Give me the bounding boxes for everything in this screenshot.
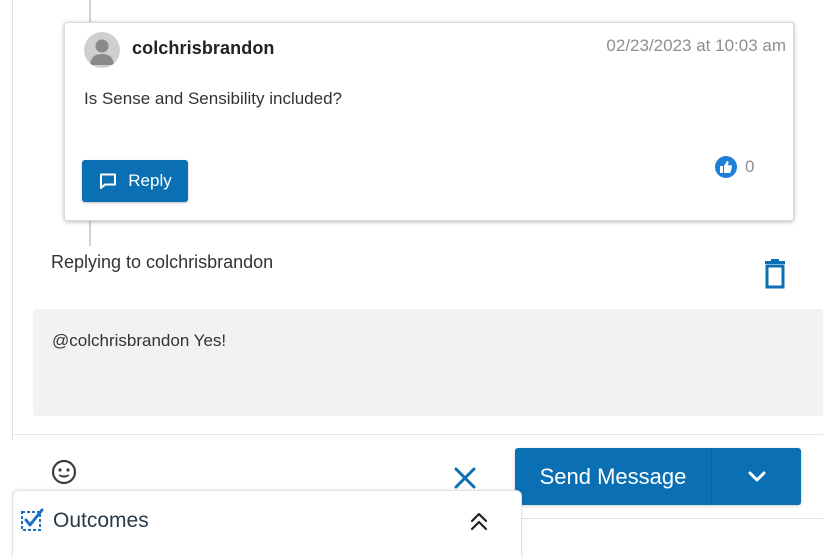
reply-button-label: Reply — [128, 171, 172, 190]
speech-bubble-icon — [98, 171, 118, 191]
chevron-double-up-icon[interactable] — [467, 509, 491, 533]
comment-timestamp: 02/23/2023 at 10:03 am — [606, 36, 786, 55]
comment-card: colchrisbrandon 02/23/2023 at 10:03 am I… — [64, 22, 794, 221]
panel-left-border — [12, 0, 13, 440]
like-count: 0 — [745, 157, 755, 176]
checklist-icon — [21, 508, 44, 531]
trash-icon[interactable] — [763, 259, 787, 289]
composer-divider — [12, 434, 823, 435]
thumbs-up-icon[interactable] — [715, 156, 737, 178]
message-compose-box[interactable]: @colchrisbrandon Yes! — [33, 309, 823, 416]
emoji-icon[interactable] — [50, 458, 78, 486]
conversation-panel: colchrisbrandon 02/23/2023 at 10:03 am I… — [0, 0, 823, 557]
close-icon[interactable] — [452, 465, 478, 491]
avatar — [84, 32, 120, 68]
user-silhouette-icon — [90, 39, 114, 65]
like-control: 0 — [715, 156, 754, 178]
reply-button[interactable]: Reply — [82, 160, 188, 202]
send-button-group: Send Message — [515, 448, 801, 505]
chevron-down-icon — [748, 471, 765, 481]
send-options-dropdown[interactable] — [712, 448, 801, 505]
outcomes-panel[interactable]: Outcomes — [12, 490, 522, 557]
outcomes-title: Outcomes — [53, 509, 149, 532]
comment-author[interactable]: colchrisbrandon — [132, 38, 275, 59]
thread-connector-bottom — [89, 221, 91, 246]
send-message-button[interactable]: Send Message — [515, 448, 711, 505]
comment-body: Is Sense and Sensibility included? — [84, 89, 342, 108]
message-draft-text[interactable]: @colchrisbrandon Yes! — [52, 331, 226, 351]
replying-to-label: Replying to colchrisbrandon — [51, 252, 274, 272]
footer-divider — [520, 518, 823, 519]
